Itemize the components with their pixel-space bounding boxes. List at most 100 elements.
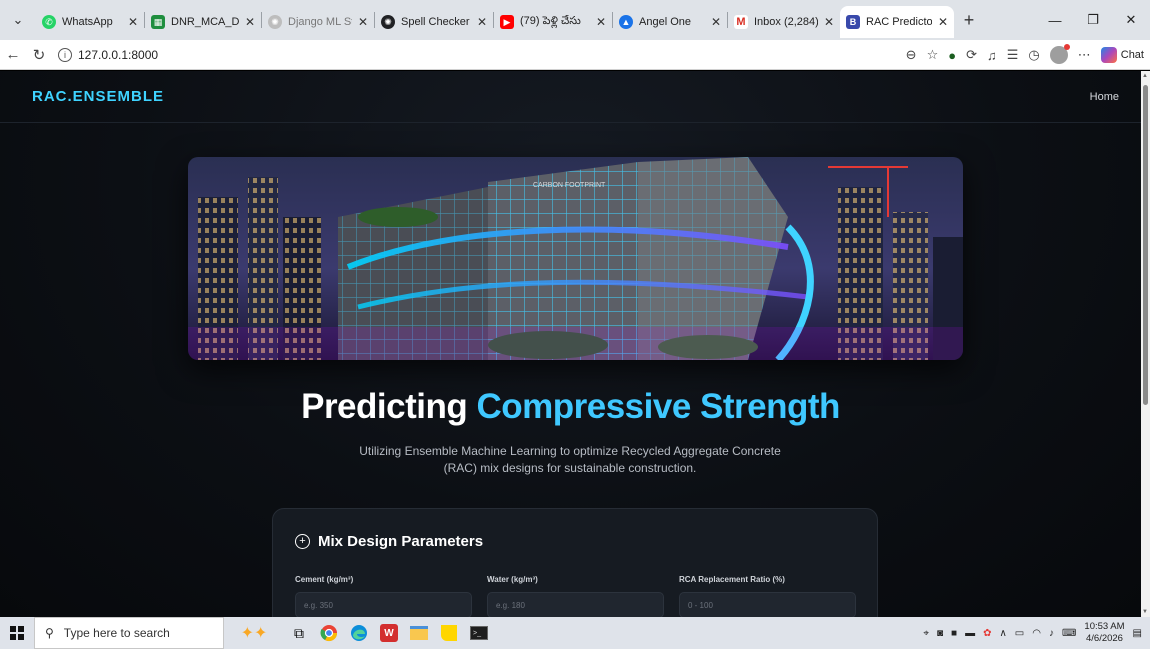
clock-date: 4/6/2026 [1085,633,1123,644]
task-view-icon[interactable]: ⧉ [284,617,314,649]
restore-icon[interactable]: ❐ [1074,0,1112,40]
chat-label: Chat [1120,49,1144,61]
tab-actions-menu-icon[interactable]: ⌄ [0,0,36,40]
site-info-icon[interactable]: i [58,47,72,62]
rca-ratio-field: RCA Replacement Ratio (%) [679,575,856,617]
minimize-icon[interactable]: — [1036,0,1074,40]
tablet-icon[interactable]: ▬ [965,628,975,639]
nav-link-home[interactable]: Home [1090,91,1119,103]
b-icon: B [846,15,860,29]
window-controls: — ❐ ✕ [1036,0,1150,40]
close-icon[interactable]: ✕ [358,15,368,29]
wifi-icon[interactable]: ◠ [1032,628,1041,639]
sticky-notes-icon[interactable] [434,617,464,649]
copilot-chat-button[interactable]: Chat [1100,47,1144,63]
rca-ratio-label: RCA Replacement Ratio (%) [679,575,785,584]
file-explorer-icon[interactable] [404,617,434,649]
page-subtitle: Utilizing Ensemble Machine Learning to o… [330,443,810,477]
terminal-icon[interactable]: >_ [464,617,494,649]
tab-label: DNR_MCA_Dat [171,16,239,28]
favorites-list-icon[interactable]: ☰ [1007,47,1019,63]
zoom-icon[interactable]: ⊖ [906,47,917,63]
tab-sheets[interactable]: ▦ DNR_MCA_Dat ✕ [145,6,261,38]
windows-start-icon[interactable] [0,617,34,649]
chrome-icon[interactable] [314,617,344,649]
browser-tab-strip: ⌄ ✆ WhatsApp ✕ ▦ DNR_MCA_Dat ✕ ✺ Django … [0,0,1150,40]
site-navbar: RAC.ENSEMBLE Home [0,71,1141,123]
angelone-icon: ▲ [619,15,633,29]
headline-part-white: Predicting [301,387,468,426]
edge-icon[interactable] [344,617,374,649]
page-scrollbar[interactable]: ▲ ▼ [1141,71,1150,617]
openai-icon: ✺ [381,15,395,29]
scroll-up-arrow-icon[interactable]: ▲ [1142,73,1148,79]
hero-image: CARBON FOOTPRINT [188,157,963,360]
tab-whatsapp[interactable]: ✆ WhatsApp ✕ [36,6,144,38]
water-input[interactable] [487,592,664,617]
battery-icon[interactable]: ▭ [1015,628,1024,639]
url-text: 127.0.0.1:8000 [78,47,159,62]
system-clock[interactable]: 10:53 AM 4/6/2026 [1084,621,1124,645]
tab-label: Angel One [639,16,691,28]
settings-gear-icon[interactable]: ✿ [983,628,991,639]
page-viewport: RAC.ENSEMBLE Home CARBON FOOTPRINT Predi… [0,71,1141,617]
address-bar: ← ↻ i 127.0.0.1:8000 ⊖ ☆ ● ⟳ ♫ ☰ ◷ ⋯ Cha… [0,40,1150,70]
scroll-down-arrow-icon[interactable]: ▼ [1142,609,1148,615]
split-screen-icon[interactable]: ♫ [987,48,997,63]
tab-django[interactable]: ✺ Django ML Stu ✕ [262,6,374,38]
sparkle-icon[interactable]: ✦✦ [224,617,284,649]
close-icon[interactable]: ✕ [477,15,487,29]
tab-label: (79) పెళ్లి చేసు [520,14,581,27]
location-icon[interactable]: ⌖ [923,628,929,639]
site-brand-logo[interactable]: RAC.ENSEMBLE [32,88,164,105]
history-icon[interactable]: ◷ [1028,47,1039,63]
cement-input[interactable] [295,592,472,617]
sheets-icon: ▦ [151,15,165,29]
youtube-icon: ▶ [500,15,514,29]
url-field[interactable]: i 127.0.0.1:8000 [58,44,658,66]
rca-ratio-input[interactable] [679,592,856,617]
subtitle-line-1: Utilizing Ensemble Machine Learning to o… [359,444,781,458]
favorite-star-icon[interactable]: ☆ [927,47,939,63]
back-arrow-icon[interactable]: ← [0,46,26,63]
close-icon[interactable]: ✕ [596,15,606,29]
keyboard-icon[interactable]: ⌨ [1062,628,1076,639]
close-icon[interactable]: ✕ [245,15,255,29]
search-icon: ⚲ [45,626,54,640]
tab-spell-checker[interactable]: ✺ Spell Checker A ✕ [375,6,493,38]
new-tab-icon[interactable]: + [954,10,984,31]
close-window-icon[interactable]: ✕ [1112,0,1150,40]
tab-rac-predictor[interactable]: B RAC Predictor | ✕ [840,6,954,38]
water-label: Water (kg/m³) [487,575,538,584]
whatsapp-icon: ✆ [42,15,56,29]
tab-angel-one[interactable]: ▲ Angel One ✕ [613,6,727,38]
volume-icon[interactable]: ♪ [1049,628,1054,639]
extensions-puzzle-icon[interactable]: ⟳ [966,47,977,63]
video-icon[interactable]: ■ [951,628,957,639]
tab-label: RAC Predictor | [866,16,932,28]
close-icon[interactable]: ✕ [824,15,834,29]
camera-icon[interactable]: ◙ [937,628,943,639]
cement-label: Cement (kg/m³) [295,575,354,584]
close-icon[interactable]: ✕ [711,15,721,29]
profile-avatar-icon[interactable] [1049,44,1070,64]
search-placeholder: Type here to search [63,626,170,640]
close-icon[interactable]: ✕ [938,15,948,29]
chevron-up-icon[interactable]: ∧ [999,628,1006,639]
gmail-icon: M [734,15,748,29]
taskbar-search-box[interactable]: ⚲ Type here to search [34,617,224,649]
notifications-icon[interactable]: ▤ [1133,628,1142,639]
scrollbar-thumb[interactable] [1143,85,1148,405]
tab-gmail[interactable]: M Inbox (2,284) - ✕ [728,6,840,38]
tab-label: Django ML Stu [288,16,352,28]
reload-icon[interactable]: ↻ [26,46,52,64]
close-icon[interactable]: ✕ [128,15,138,29]
cement-field: Cement (kg/m³) [295,575,472,617]
wps-office-icon[interactable]: W [374,617,404,649]
form-title: + Mix Design Parameters [295,533,483,550]
tab-youtube[interactable]: ▶ (79) పెళ్లి చేసు ✕ [494,6,612,38]
more-options-icon[interactable]: ⋯ [1078,47,1091,63]
copilot-icon [1100,47,1117,63]
system-tray: ⌖ ◙ ■ ▬ ✿ ∧ ▭ ◠ ♪ ⌨ 10:53 AM 4/6/2026 ▤ [923,617,1150,649]
extension-icon[interactable]: ● [948,48,956,63]
